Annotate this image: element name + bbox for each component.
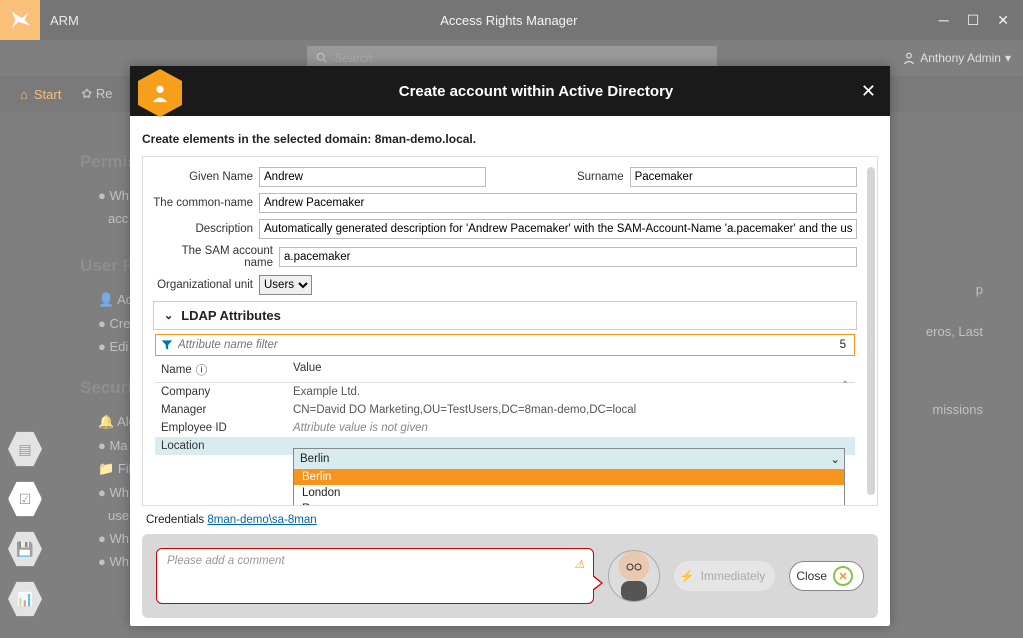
location-dropdown: Berlin ⌄ Berlin London Rom: [293, 448, 845, 506]
modal-subtitle: Create elements in the selected domain: …: [142, 132, 878, 146]
label-description: Description: [153, 223, 253, 235]
table-row[interactable]: Manager CN=David DO Marketing,OU=TestUse…: [155, 401, 855, 419]
table-row[interactable]: Company Example Ltd.: [155, 383, 855, 401]
col-name[interactable]: Name: [161, 364, 192, 376]
lightning-icon: ⚡: [680, 569, 695, 583]
modal-close-button[interactable]: ✕: [861, 81, 876, 102]
chevron-down-icon: ⌄: [164, 309, 173, 322]
close-button[interactable]: Close ✕: [789, 561, 864, 591]
label-surname: Surname: [564, 171, 624, 183]
chevron-down-icon: ⌄: [830, 452, 840, 466]
modal-title: Create account within Active Directory: [182, 83, 890, 100]
user-icon: [149, 82, 171, 104]
dropdown-option[interactable]: Rom: [294, 501, 844, 506]
surname-input[interactable]: [630, 167, 857, 187]
ldap-filter: 5: [155, 334, 855, 356]
modal-body: Create elements in the selected domain: …: [130, 116, 890, 626]
filter-count: 5: [832, 339, 854, 351]
label-ou: Organizational unit: [153, 279, 253, 291]
section-ldap[interactable]: ⌄ LDAP Attributes: [153, 301, 857, 330]
label-common-name: The common-name: [153, 197, 253, 209]
ou-select[interactable]: Users: [259, 275, 312, 295]
credentials-link[interactable]: 8man-demo\sa-8man: [207, 514, 316, 526]
filter-icon: [160, 338, 174, 352]
common-name-input[interactable]: [259, 193, 857, 213]
dropdown-selected[interactable]: Berlin ⌄: [294, 449, 844, 469]
form-area: Given Name Surname The common-name Descr…: [142, 156, 878, 506]
info-icon: ⓘ: [196, 362, 208, 378]
filter-input[interactable]: [178, 339, 832, 351]
modal-header: Create account within Active Directory ✕: [130, 66, 890, 116]
modal-footer: Please add a comment ⚠ ⚡ Immediately Clo…: [142, 534, 878, 618]
attribute-table: Name ⓘ Value Company Example Ltd. Manage…: [155, 358, 855, 455]
table-scrollbar[interactable]: ⌃: [841, 380, 855, 391]
table-head: Name ⓘ Value: [155, 358, 855, 383]
col-value[interactable]: Value: [293, 362, 322, 378]
warning-icon: ⚠: [574, 557, 584, 571]
comment-placeholder: Please add a comment: [167, 555, 285, 567]
row-given-surname: Given Name Surname: [153, 167, 857, 187]
dropdown-option[interactable]: London: [294, 485, 844, 501]
comment-input[interactable]: Please add a comment ⚠: [156, 548, 594, 604]
scrollbar[interactable]: [867, 167, 875, 495]
table-row[interactable]: Employee ID Attribute value is not given: [155, 419, 855, 437]
label-given-name: Given Name: [153, 171, 253, 183]
avatar: [608, 550, 660, 602]
immediately-button: ⚡ Immediately: [674, 561, 776, 591]
description-input[interactable]: [259, 219, 857, 239]
credentials-line: Credentials 8man-demo\sa-8man: [146, 514, 878, 526]
sam-input[interactable]: [279, 247, 857, 267]
create-account-modal: Create account within Active Directory ✕…: [130, 66, 890, 626]
given-name-input[interactable]: [259, 167, 486, 187]
modal-hex-icon: [138, 69, 182, 117]
close-circle-icon: ✕: [833, 566, 853, 586]
section-ldap-label: LDAP Attributes: [181, 308, 281, 323]
dropdown-option[interactable]: Berlin: [294, 469, 844, 485]
label-sam: The SAM account name: [153, 245, 273, 269]
